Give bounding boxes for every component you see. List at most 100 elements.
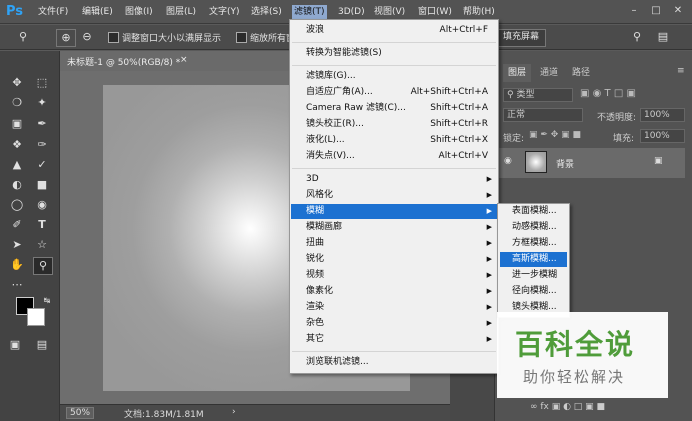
tab-layers[interactable]: 图层 (503, 64, 532, 82)
blur-item-blur-more[interactable]: 进一步模糊 (500, 268, 567, 283)
submenu-arrow-icon: ▶ (486, 271, 492, 279)
tab-channels[interactable]: 通道 (535, 64, 563, 82)
menu-3d[interactable]: 3D(D) (338, 5, 365, 19)
blur-item-surface[interactable]: 表面模糊... (500, 204, 567, 219)
search-icon[interactable]: ⚲ (628, 29, 646, 45)
path-selection-icon[interactable]: ➤ (8, 237, 26, 253)
zoom-level[interactable]: 50% (66, 407, 95, 419)
eyedropper-icon[interactable]: ✒ (33, 116, 51, 132)
fill-screen-button[interactable]: 填充屏幕 (496, 29, 547, 47)
blend-mode-select[interactable]: 正常 (503, 108, 583, 122)
filter-menu-item-other[interactable]: 其它 (306, 332, 324, 347)
zoom-in-icon[interactable]: ⊕ (56, 29, 76, 47)
shortcut-lens-correction: Shift+Ctrl+R (430, 119, 488, 129)
document-tab[interactable]: 未标题-1 @ 50%(RGB/8) * × (60, 51, 300, 71)
screen-mode-icon[interactable]: ▤ (33, 337, 51, 353)
menu-select[interactable]: 选择(S) (251, 5, 282, 19)
lock-icons[interactable]: ▣ ✒ ✥ ▣ ■ (529, 130, 581, 140)
dodge-tool-icon[interactable]: ◉ (33, 197, 51, 213)
menu-edit[interactable]: 编辑(E) (82, 5, 113, 19)
type-tool-icon[interactable]: T (33, 217, 51, 233)
magic-wand-icon[interactable]: ✦ (33, 95, 51, 111)
menu-file[interactable]: 文件(F) (38, 5, 68, 19)
menu-view[interactable]: 视图(V) (374, 5, 405, 19)
fill-field[interactable]: 100% (640, 129, 685, 143)
filter-menu-item-browse-online[interactable]: 浏览联机滤镜... (306, 355, 369, 370)
resize-window-checkbox[interactable] (108, 32, 119, 43)
healing-brush-icon[interactable]: ❖ (8, 137, 26, 153)
crop-tool-icon[interactable]: ▣ (8, 116, 26, 132)
filter-menu-item-wave[interactable]: 波浪 (306, 23, 324, 38)
quick-mask-icon[interactable]: ▣ (6, 337, 24, 353)
submenu-arrow-icon: ▶ (486, 239, 492, 247)
zoom-tool-selected-icon[interactable]: ⚲ (33, 257, 53, 275)
menu-type[interactable]: 文字(Y) (209, 5, 240, 19)
panel-menu-icon[interactable]: ≡ (677, 66, 685, 76)
filter-menu-item-blur[interactable]: 模糊 (291, 204, 512, 219)
filter-menu-item-video[interactable]: 视频 (306, 268, 324, 283)
menu-divider (292, 351, 496, 352)
filter-menu-item-camera-raw[interactable]: Camera Raw 滤镜(C)... (306, 101, 406, 116)
pen-tool-icon[interactable]: ✐ (8, 217, 26, 233)
filter-menu-item-noise[interactable]: 杂色 (306, 316, 324, 331)
layer-kind-filter[interactable]: ⚲ 类型 (503, 88, 573, 102)
eraser-tool-icon[interactable]: ◐ (8, 177, 26, 193)
move-tool-icon[interactable]: ✥ (8, 75, 26, 91)
filter-menu-item-liquify[interactable]: 液化(L)... (306, 133, 345, 148)
shape-tool-icon[interactable]: ☆ (33, 237, 51, 253)
blur-tool-icon[interactable]: ◯ (8, 197, 26, 213)
workspace-icon[interactable]: ▤ (654, 29, 672, 45)
layer-name[interactable]: 背景 (556, 157, 574, 170)
hand-tool-icon[interactable]: ✋ (8, 257, 26, 273)
menu-divider (292, 168, 496, 169)
document-info: 文档:1.83M/1.81M (124, 410, 204, 420)
menu-image[interactable]: 图像(I) (125, 5, 153, 19)
gradient-tool-icon[interactable]: ■ (33, 177, 51, 193)
visibility-eye-icon[interactable]: ◉ (504, 156, 512, 166)
lasso-tool-icon[interactable]: ❍ (8, 95, 26, 111)
brush-tool-icon[interactable]: ✑ (33, 137, 51, 153)
menu-filter[interactable]: 滤镜(T) (292, 5, 327, 19)
history-brush-icon[interactable]: ✓ (33, 157, 51, 173)
filter-menu-item-sharpen[interactable]: 锐化 (306, 252, 324, 267)
zoom-out-icon[interactable]: ⊖ (78, 29, 96, 45)
layer-footer-icons[interactable]: ∞ fx ▣ ◐ □ ▣ ■ (530, 402, 605, 412)
marquee-tool-icon[interactable]: ⬚ (33, 75, 51, 91)
background-color-swatch[interactable] (27, 308, 45, 326)
filter-menu-item-pixelate[interactable]: 像素化 (306, 284, 333, 299)
blur-item-gaussian[interactable]: 高斯模糊... (500, 252, 567, 267)
shortcut-adaptive-wide: Alt+Shift+Ctrl+A (410, 87, 488, 97)
layer-filter-icons[interactable]: ▣ ◉ T □ ▣ (580, 88, 636, 99)
filter-menu-item-stylize[interactable]: 风格化 (306, 188, 333, 203)
opacity-field[interactable]: 100% (640, 108, 685, 122)
submenu-arrow-icon: ▶ (486, 319, 492, 327)
menu-layer[interactable]: 图层(L) (166, 5, 196, 19)
filter-menu-item-distort[interactable]: 扭曲 (306, 236, 324, 251)
blur-item-box[interactable]: 方框模糊... (500, 236, 567, 251)
layer-kind-label: 类型 (516, 90, 535, 100)
filter-menu-item-filter-gallery[interactable]: 滤镜库(G)... (306, 69, 356, 84)
minimize-icon[interactable]: – (626, 4, 642, 18)
maximize-icon[interactable]: □ (648, 4, 664, 18)
status-arrow-icon[interactable]: › (232, 407, 236, 417)
blur-item-radial[interactable]: 径向模糊... (500, 284, 567, 299)
filter-menu-item-smart-filter[interactable]: 转换为智能滤镜(S) (306, 46, 382, 61)
filter-menu-item-blur-gallery[interactable]: 模糊画廊 (306, 220, 342, 235)
blur-item-motion[interactable]: 动感模糊... (500, 220, 567, 235)
tab-paths[interactable]: 路径 (567, 64, 595, 82)
menu-help[interactable]: 帮助(H) (463, 5, 495, 19)
filter-menu-item-vanishing-point[interactable]: 消失点(V)... (306, 149, 355, 164)
swap-colors-icon[interactable]: ↹ (38, 293, 56, 309)
tab-close-icon[interactable]: × (180, 55, 188, 65)
menu-window[interactable]: 窗口(W) (418, 5, 452, 19)
filter-menu-item-adaptive-wide[interactable]: 自适应广角(A)... (306, 85, 373, 100)
zoom-tool-icon[interactable]: ⚲ (14, 29, 32, 45)
filter-menu-item-3d[interactable]: 3D (306, 172, 319, 187)
clone-stamp-icon[interactable]: ▲ (8, 157, 26, 173)
more-tools-icon[interactable]: ⋯ (8, 277, 26, 293)
zoom-all-checkbox[interactable] (236, 32, 247, 43)
lock-icon[interactable]: ▣ (654, 156, 663, 166)
close-icon[interactable]: ✕ (670, 4, 686, 18)
filter-menu-item-render[interactable]: 渲染 (306, 300, 324, 315)
filter-menu-item-lens-correction[interactable]: 镜头校正(R)... (306, 117, 364, 132)
